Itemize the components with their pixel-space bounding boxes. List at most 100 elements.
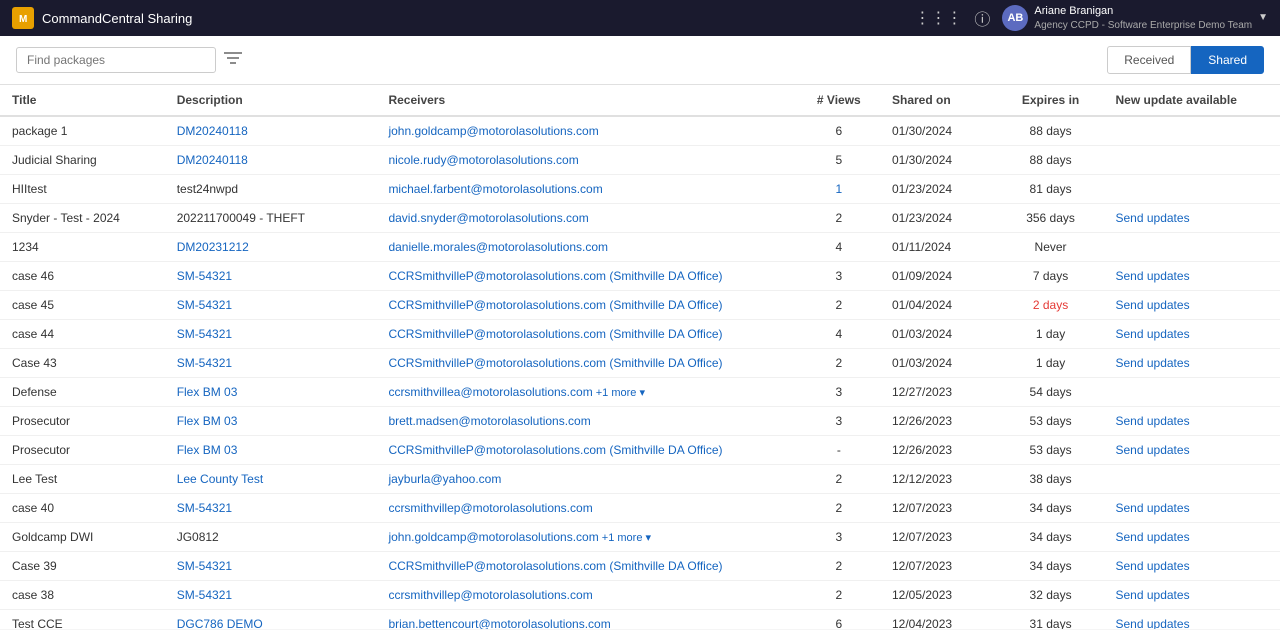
cell-shared-on: 01/30/2024 — [880, 146, 998, 175]
cell-views: 6 — [798, 116, 880, 146]
cell-shared-on: 01/04/2024 — [880, 291, 998, 320]
cell-expires-in: 88 days — [998, 146, 1104, 175]
user-menu[interactable]: AB Ariane Branigan Agency CCPD - Softwar… — [1002, 4, 1268, 31]
cell-description[interactable]: Flex BM 03 — [165, 378, 377, 407]
header-left: M CommandCentral Sharing — [12, 7, 192, 29]
cell-expires-in: 31 days — [998, 610, 1104, 630]
cell-description[interactable]: DM20231212 — [165, 233, 377, 262]
cell-description[interactable]: SM-54321 — [165, 581, 377, 610]
table-row: package 1DM20240118john.goldcamp@motorol… — [0, 116, 1280, 146]
cell-shared-on: 01/03/2024 — [880, 320, 998, 349]
cell-views: 4 — [798, 320, 880, 349]
cell-views[interactable]: 1 — [798, 175, 880, 204]
cell-description[interactable]: Lee County Test — [165, 465, 377, 494]
cell-description[interactable]: SM-54321 — [165, 262, 377, 291]
table-row: case 45SM-54321CCRSmithvilleP@motorolaso… — [0, 291, 1280, 320]
cell-views: 5 — [798, 146, 880, 175]
cell-description[interactable]: SM-54321 — [165, 349, 377, 378]
cell-views: 2 — [798, 494, 880, 523]
cell-new-update[interactable]: Send updates — [1104, 581, 1280, 610]
cell-expires-in: Never — [998, 233, 1104, 262]
cell-shared-on: 01/23/2024 — [880, 204, 998, 233]
cell-new-update[interactable]: Send updates — [1104, 610, 1280, 630]
toolbar-left — [16, 47, 242, 73]
cell-views: 3 — [798, 407, 880, 436]
cell-new-update[interactable]: Send updates — [1104, 204, 1280, 233]
cell-views: 2 — [798, 581, 880, 610]
cell-title: Judicial Sharing — [0, 146, 165, 175]
col-header-title: Title — [0, 85, 165, 116]
cell-views: 4 — [798, 233, 880, 262]
cell-description: test24nwpd — [165, 175, 377, 204]
cell-title: Prosecutor — [0, 407, 165, 436]
cell-shared-on: 12/07/2023 — [880, 523, 998, 552]
cell-views: 2 — [798, 465, 880, 494]
cell-new-update[interactable]: Send updates — [1104, 523, 1280, 552]
tab-shared[interactable]: Shared — [1191, 46, 1264, 74]
table-row: ProsecutorFlex BM 03CCRSmithvilleP@motor… — [0, 436, 1280, 465]
cell-title: case 44 — [0, 320, 165, 349]
cell-new-update — [1104, 175, 1280, 204]
cell-receivers: CCRSmithvilleP@motorolasolutions.com (Sm… — [376, 320, 797, 349]
cell-shared-on: 12/04/2023 — [880, 610, 998, 630]
cell-views: 3 — [798, 378, 880, 407]
cell-new-update[interactable]: Send updates — [1104, 262, 1280, 291]
cell-description[interactable]: DGC786 DEMO — [165, 610, 377, 630]
search-input[interactable] — [16, 47, 216, 73]
cell-expires-in: 2 days — [998, 291, 1104, 320]
cell-receivers: CCRSmithvilleP@motorolasolutions.com (Sm… — [376, 552, 797, 581]
table-row: case 44SM-54321CCRSmithvilleP@motorolaso… — [0, 320, 1280, 349]
tab-received[interactable]: Received — [1107, 46, 1191, 74]
info-icon[interactable]: ⓘ — [974, 6, 990, 30]
cell-shared-on: 12/26/2023 — [880, 436, 998, 465]
cell-receivers: CCRSmithvilleP@motorolasolutions.com (Sm… — [376, 349, 797, 378]
cell-new-update[interactable]: Send updates — [1104, 494, 1280, 523]
table-row: DefenseFlex BM 03ccrsmithvillea@motorola… — [0, 378, 1280, 407]
user-org: Agency CCPD - Software Enterprise Demo T… — [1034, 19, 1252, 32]
cell-title: case 38 — [0, 581, 165, 610]
app-logo: M — [12, 7, 34, 29]
cell-shared-on: 12/12/2023 — [880, 465, 998, 494]
cell-new-update — [1104, 233, 1280, 262]
cell-description[interactable]: Flex BM 03 — [165, 407, 377, 436]
cell-title: Lee Test — [0, 465, 165, 494]
col-header-shared-on: Shared on — [880, 85, 998, 116]
cell-new-update[interactable]: Send updates — [1104, 407, 1280, 436]
cell-description[interactable]: DM20240118 — [165, 146, 377, 175]
receiver-extra[interactable]: +1 more ▾ — [593, 387, 645, 399]
cell-new-update[interactable]: Send updates — [1104, 436, 1280, 465]
cell-title: Goldcamp DWI — [0, 523, 165, 552]
cell-shared-on: 12/27/2023 — [880, 378, 998, 407]
packages-table-container: Title Description Receivers # Views Shar… — [0, 85, 1280, 629]
cell-title: HIItest — [0, 175, 165, 204]
cell-expires-in: 81 days — [998, 175, 1104, 204]
cell-new-update[interactable]: Send updates — [1104, 349, 1280, 378]
cell-description[interactable]: DM20240118 — [165, 116, 377, 146]
cell-new-update[interactable]: Send updates — [1104, 552, 1280, 581]
cell-description[interactable]: SM-54321 — [165, 320, 377, 349]
cell-title: Case 39 — [0, 552, 165, 581]
table-row: 1234DM20231212danielle.morales@motorolas… — [0, 233, 1280, 262]
cell-receivers: CCRSmithvilleP@motorolasolutions.com (Sm… — [376, 291, 797, 320]
cell-receivers: ccrsmithvillep@motorolasolutions.com — [376, 494, 797, 523]
table-row: ProsecutorFlex BM 03brett.madsen@motorol… — [0, 407, 1280, 436]
cell-new-update — [1104, 378, 1280, 407]
cell-title: 1234 — [0, 233, 165, 262]
receiver-extra[interactable]: +1 more ▾ — [599, 532, 651, 544]
cell-description[interactable]: SM-54321 — [165, 291, 377, 320]
cell-new-update[interactable]: Send updates — [1104, 291, 1280, 320]
filter-icon[interactable] — [224, 51, 242, 70]
cell-views: 3 — [798, 523, 880, 552]
cell-expires-in: 1 day — [998, 320, 1104, 349]
cell-shared-on: 01/11/2024 — [880, 233, 998, 262]
apps-icon[interactable]: ⋮⋮⋮ — [914, 8, 962, 28]
cell-receivers: CCRSmithvilleP@motorolasolutions.com (Sm… — [376, 262, 797, 291]
cell-new-update[interactable]: Send updates — [1104, 320, 1280, 349]
cell-expires-in: 34 days — [998, 523, 1104, 552]
table-row: case 40SM-54321ccrsmithvillep@motorolaso… — [0, 494, 1280, 523]
cell-title: Prosecutor — [0, 436, 165, 465]
cell-description[interactable]: Flex BM 03 — [165, 436, 377, 465]
cell-description[interactable]: SM-54321 — [165, 494, 377, 523]
cell-description[interactable]: SM-54321 — [165, 552, 377, 581]
cell-views: 2 — [798, 552, 880, 581]
